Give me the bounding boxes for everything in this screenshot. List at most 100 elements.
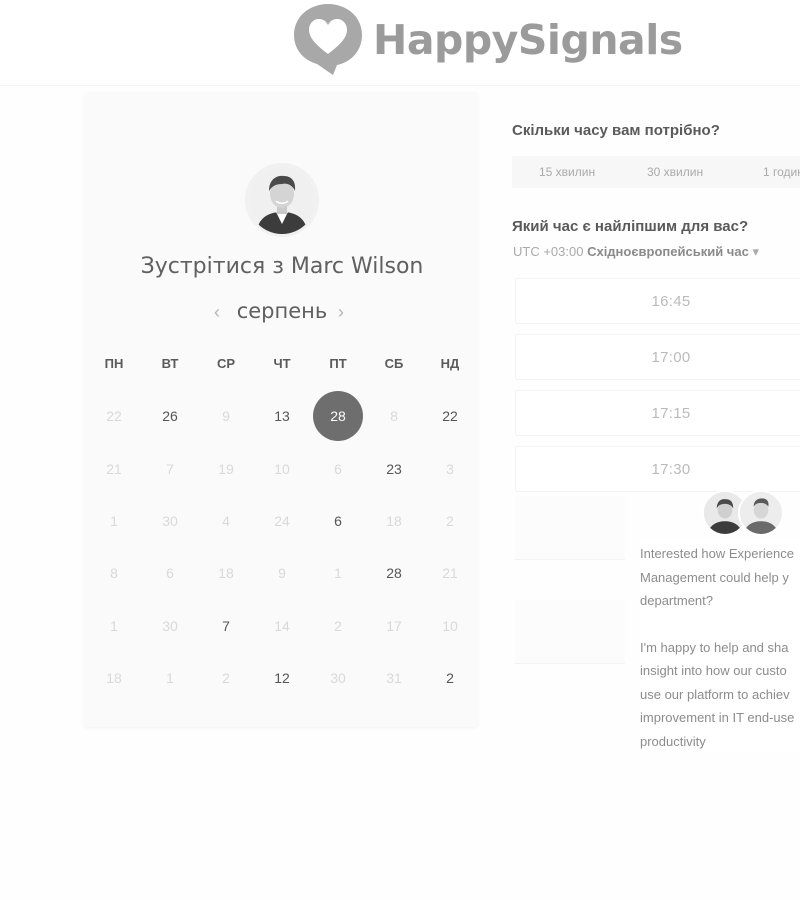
day-cell[interactable]: 12 (254, 652, 310, 704)
day-number: 7 (166, 460, 174, 477)
day-number: 19 (218, 460, 234, 477)
day-number: 21 (106, 460, 122, 477)
month-navigation: ‹ серпень › (84, 298, 480, 328)
weekday-label: СБ (384, 356, 404, 371)
day-number: 1 (166, 670, 174, 687)
day-number: 3 (446, 460, 454, 477)
day-number: 10 (274, 460, 290, 477)
time-slot-label: 17:00 (651, 348, 691, 366)
day-number: 18 (106, 670, 122, 687)
day-cell: 21 (86, 442, 142, 494)
chat-line: use our platform to achiev (640, 686, 790, 702)
time-slot-hidden[interactable] (515, 600, 625, 664)
day-number: 9 (222, 408, 230, 425)
day-cell: 4 (198, 495, 254, 547)
chat-message[interactable]: Interested how Experience Management coul… (640, 542, 800, 753)
time-slot[interactable]: 16:45 (515, 278, 800, 324)
day-number: 10 (442, 617, 458, 634)
chat-line: Management could help y (640, 569, 789, 585)
day-cell[interactable]: 22 (422, 390, 478, 442)
day-cell: 8 (86, 547, 142, 599)
chat-line: I'm happy to help and sha (640, 639, 789, 655)
day-cell: 1 (142, 652, 198, 704)
brand-name: HappySignals (373, 16, 683, 64)
day-cell: 3 (422, 442, 478, 494)
day-number: 18 (386, 512, 402, 529)
timezone-selector[interactable]: UTC +03:00 Східноєвропейський час ▾ (513, 244, 759, 260)
weekday-label: НД (440, 356, 460, 371)
time-slot-label: 16:45 (651, 292, 691, 310)
weekday-label: СР (216, 356, 236, 371)
chevron-right-icon[interactable]: › (338, 301, 344, 323)
time-slot[interactable]: 17:15 (515, 390, 800, 436)
time-slot-hidden[interactable] (515, 496, 625, 560)
day-number: 8 (390, 408, 398, 425)
meeting-title: Зустрітися з Marc Wilson (140, 254, 424, 279)
day-cell[interactable]: 23 (366, 442, 422, 494)
day-cell[interactable]: 28 (366, 547, 422, 599)
day-cell[interactable]: 13 (254, 390, 310, 442)
day-cell-selected[interactable]: 28 (310, 390, 366, 442)
day-cell: 30 (142, 495, 198, 547)
duration-option-60[interactable]: 1 годин (763, 165, 800, 179)
chat-line: Interested how Experience (640, 546, 794, 561)
day-cell: 2 (422, 495, 478, 547)
day-cell: 2 (198, 652, 254, 704)
timezone-name: Східноєвропейський час (587, 244, 749, 259)
chat-line: insight into how our custo (640, 663, 787, 678)
day-cell: 30 (142, 600, 198, 652)
day-number: 14 (274, 617, 290, 634)
day-number: 28 (386, 565, 402, 582)
day-number: 13 (274, 408, 290, 425)
day-cell: 14 (254, 600, 310, 652)
time-question: Який час є найліпшим для вас? (512, 218, 749, 235)
day-number: 9 (278, 565, 286, 582)
chat-line: productivity (640, 733, 706, 749)
day-number: 23 (386, 460, 402, 477)
chat-line: improvement in IT end-use (640, 710, 795, 725)
day-number: 31 (386, 670, 402, 687)
day-cell: 18 (86, 652, 142, 704)
day-cell: 6 (310, 442, 366, 494)
day-cell[interactable]: 2 (422, 652, 478, 704)
header: HappySignals (0, 0, 800, 86)
day-number: 4 (222, 512, 230, 529)
day-cell: 8 (366, 390, 422, 442)
time-slot-label: 17:15 (651, 404, 691, 422)
weekday-label: ПТ (329, 356, 347, 371)
heart-bubble-logo-icon (294, 4, 362, 75)
day-cell[interactable]: 6 (310, 495, 366, 547)
duration-selector: 15 хвилин 30 хвилин 1 годин (512, 156, 800, 188)
day-number: 12 (274, 670, 290, 687)
day-cell: 6 (142, 547, 198, 599)
day-cell: 2 (310, 600, 366, 652)
chat-agent-avatar (738, 490, 784, 536)
day-number: 7 (222, 617, 230, 634)
chat-avatars[interactable] (700, 490, 790, 540)
duration-option-15[interactable]: 15 хвилин (539, 165, 595, 179)
day-number: 1 (334, 565, 342, 582)
day-cell: 24 (254, 495, 310, 547)
time-slot[interactable]: 17:30 (515, 446, 800, 492)
day-number: 22 (442, 408, 458, 425)
day-cell: 9 (198, 390, 254, 442)
day-number: 8 (110, 565, 118, 582)
time-slot-label: 17:30 (651, 460, 691, 478)
timezone-offset: UTC +03:00 (513, 244, 584, 259)
day-number: 30 (162, 617, 178, 634)
day-cell: 10 (254, 442, 310, 494)
day-cell: 1 (86, 600, 142, 652)
day-number: 17 (386, 617, 402, 634)
duration-option-30[interactable]: 30 хвилин (647, 165, 703, 179)
day-cell[interactable]: 7 (198, 600, 254, 652)
day-number: 1 (110, 617, 118, 634)
day-cell: 1 (86, 495, 142, 547)
day-cell: 31 (366, 652, 422, 704)
day-cell[interactable]: 26 (142, 390, 198, 442)
day-number: 30 (330, 670, 346, 687)
weekday-label: ЧТ (273, 356, 291, 371)
day-cell: 9 (254, 547, 310, 599)
time-slot[interactable]: 17:00 (515, 334, 800, 380)
chevron-down-icon: ▾ (752, 244, 759, 259)
